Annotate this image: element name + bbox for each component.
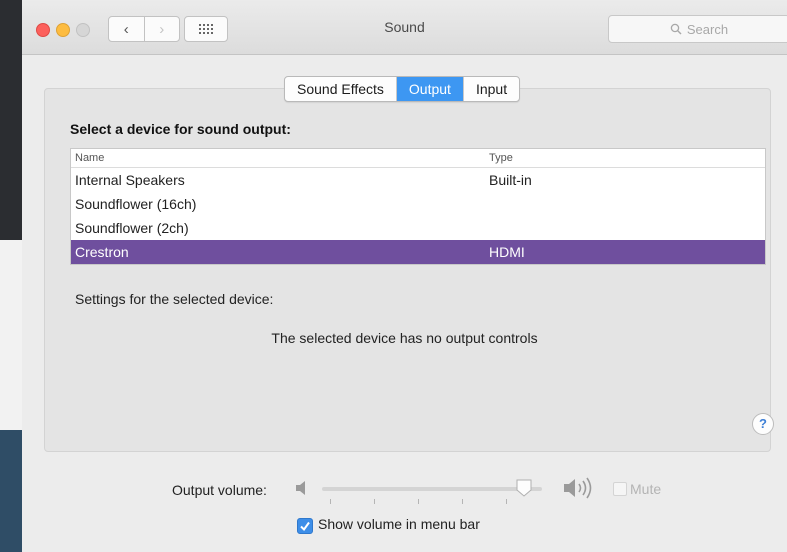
search-placeholder: Search: [686, 21, 729, 37]
slider-track: [322, 487, 542, 491]
tab-output[interactable]: Output: [395, 77, 463, 101]
settings-label: Settings for the selected device:: [75, 291, 274, 307]
speaker-high-icon: [564, 477, 592, 499]
background-light-area: [0, 240, 22, 430]
table-row-selected[interactable]: Crestron HDMI: [71, 240, 765, 264]
device-name: Soundflower (2ch): [75, 220, 189, 236]
tab-input[interactable]: Input: [462, 77, 519, 101]
slider-thumb[interactable]: [516, 479, 532, 497]
slider-tick: [506, 499, 507, 504]
speaker-low-icon: [296, 481, 305, 495]
table-row[interactable]: Soundflower (2ch): [71, 216, 765, 240]
tab-bar: Sound Effects Output Input: [284, 76, 521, 102]
sound-preferences-window: ‹ › Sound Search Sound Effects Output In…: [22, 0, 787, 552]
show-volume-label: Show volume in menu bar: [318, 516, 480, 532]
device-type: Built-in: [489, 172, 532, 188]
output-device-table[interactable]: Name Type Internal Speakers Built-in Sou…: [70, 148, 766, 265]
device-type: HDMI: [489, 244, 525, 260]
device-name: Internal Speakers: [75, 172, 185, 188]
output-device-heading: Select a device for sound output:: [70, 121, 291, 137]
mute-label: Mute: [630, 481, 662, 497]
slider-tick: [418, 499, 419, 504]
no-controls-message: The selected device has no output contro…: [271, 330, 538, 346]
background-dark-area: [0, 0, 22, 240]
output-volume-label: Output volume:: [172, 482, 267, 498]
background-blue-area: [0, 430, 22, 552]
device-name: Soundflower (16ch): [75, 196, 197, 212]
show-volume-checkbox[interactable]: [297, 518, 313, 534]
tab-content-panel: [44, 88, 771, 452]
table-header: Name Type: [71, 149, 765, 168]
search-field[interactable]: Search: [608, 15, 787, 43]
titlebar: ‹ › Sound Search: [22, 0, 787, 55]
mute-checkbox[interactable]: [613, 482, 627, 496]
output-volume-slider[interactable]: [322, 474, 562, 508]
slider-tick: [374, 499, 375, 504]
search-icon: [670, 23, 682, 35]
column-header-name[interactable]: Name: [75, 152, 104, 164]
slider-tick: [462, 499, 463, 504]
checkmark-icon: [300, 521, 310, 532]
device-name: Crestron: [75, 244, 129, 260]
slider-tick: [330, 499, 331, 504]
tab-sound-effects[interactable]: Sound Effects: [285, 77, 396, 101]
table-row[interactable]: Soundflower (16ch): [71, 192, 765, 216]
help-button[interactable]: ?: [752, 413, 774, 435]
table-row[interactable]: Internal Speakers Built-in: [71, 168, 765, 192]
column-header-type[interactable]: Type: [489, 152, 513, 164]
background-window-strip: [0, 0, 22, 552]
